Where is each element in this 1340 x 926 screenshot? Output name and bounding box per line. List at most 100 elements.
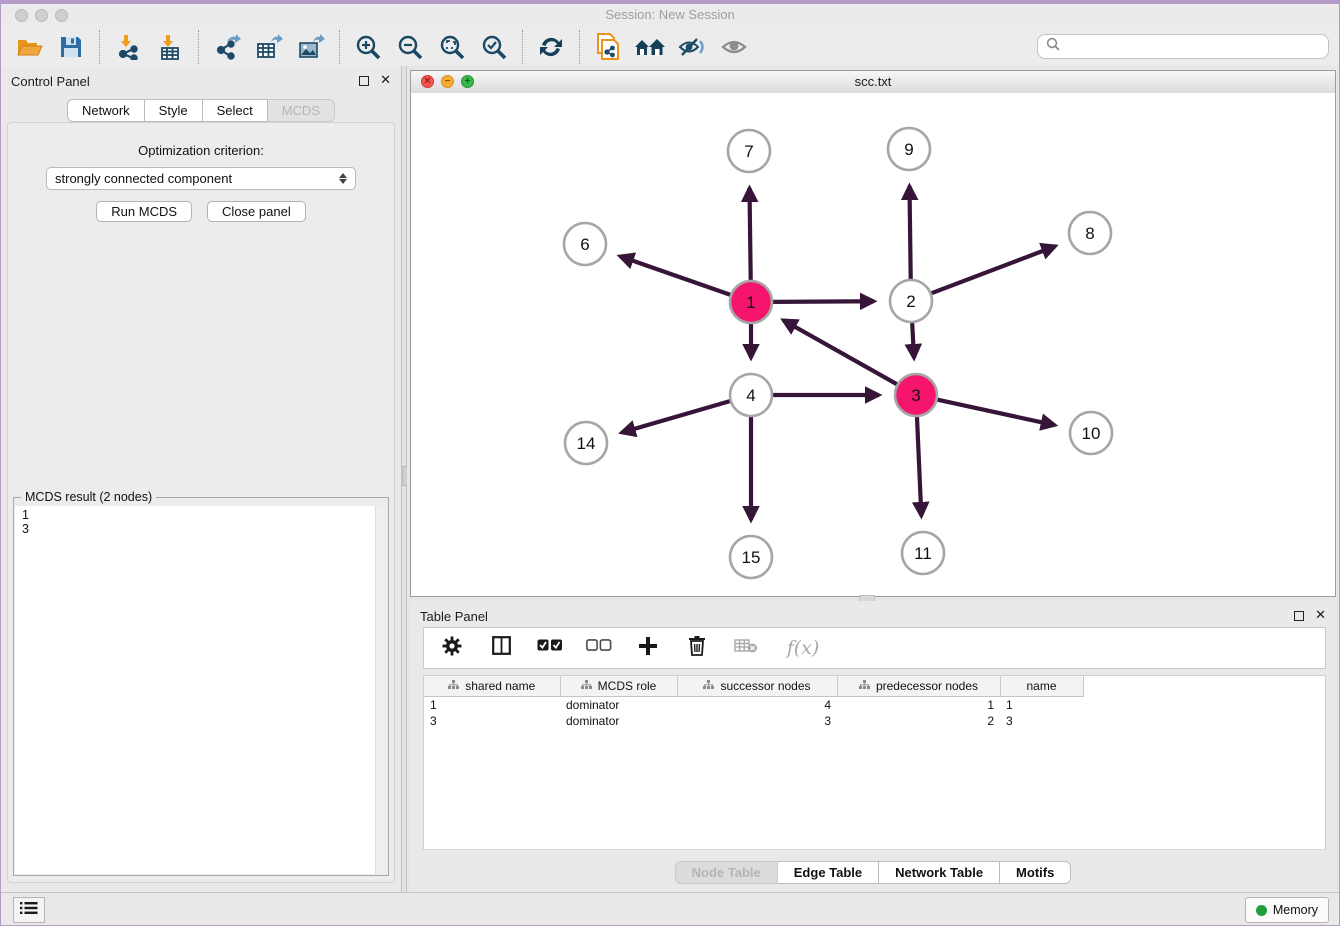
column-header-successor-nodes[interactable]: successor nodes — [677, 676, 837, 697]
graph-edge-1-7[interactable] — [749, 188, 750, 280]
export-table-button[interactable] — [255, 33, 283, 61]
open-session-icon — [16, 35, 43, 59]
table-cell[interactable]: dominator — [560, 697, 677, 714]
column-header-shared-name[interactable]: shared name — [424, 676, 560, 697]
apply-layout-button[interactable] — [537, 33, 565, 61]
table-cell[interactable]: 1 — [424, 697, 560, 714]
graph-edge-2-3[interactable] — [912, 323, 914, 358]
export-network-button[interactable] — [213, 33, 241, 61]
search-field[interactable] — [1037, 34, 1329, 59]
search-icon — [1046, 37, 1060, 56]
graph-node-label: 15 — [742, 548, 761, 567]
function-builder-icon: f(x) — [787, 637, 820, 659]
close-panel-button[interactable]: Close panel — [207, 201, 306, 222]
hide-selected-button[interactable] — [678, 33, 706, 61]
network-graph[interactable]: 7968124314101511 — [411, 93, 1335, 596]
zoom-selected-button[interactable] — [480, 33, 508, 61]
save-session-icon — [59, 35, 83, 59]
table-tabs: Node Table Edge Table Network Table Moti… — [410, 859, 1336, 885]
graph-edge-1-2[interactable] — [773, 301, 874, 302]
export-image-button[interactable] — [297, 33, 325, 61]
open-session-button[interactable] — [15, 33, 43, 61]
criterion-dropdown[interactable]: strongly connected component — [46, 167, 356, 190]
network-canvas[interactable]: 7968124314101511 — [411, 93, 1335, 596]
zoom-fit-icon — [439, 34, 465, 60]
mcds-panel-body: Optimization criterion: strongly connect… — [7, 122, 395, 883]
control-panel-title: Control Panel — [11, 74, 90, 89]
tab-style[interactable]: Style — [145, 99, 203, 122]
column-header-MCDS-role[interactable]: MCDS role — [560, 676, 677, 697]
column-header-predecessor-nodes[interactable]: predecessor nodes — [837, 676, 1000, 697]
delete-table-icon — [734, 638, 758, 659]
table-row[interactable]: 1dominator411 — [424, 697, 1083, 714]
table-cell[interactable]: dominator — [560, 713, 677, 729]
network-window-titlebar[interactable]: ✕ − + scc.txt — [411, 71, 1335, 94]
table-panel-float-button[interactable] — [1294, 611, 1304, 621]
mcds-result-scrollbar[interactable] — [375, 506, 387, 874]
select-all-icon — [537, 639, 563, 657]
table-row[interactable]: 3dominator323 — [424, 713, 1083, 729]
task-list-icon — [20, 901, 38, 920]
zoom-in-button[interactable] — [354, 33, 382, 61]
column-header-name[interactable]: name — [1000, 676, 1083, 697]
graph-edge-1-6[interactable] — [620, 256, 730, 295]
graph-edge-3-11[interactable] — [917, 417, 921, 516]
import-table-button[interactable] — [156, 33, 184, 61]
table-panel-title: Table Panel — [420, 609, 488, 624]
memory-button[interactable]: Memory — [1245, 897, 1329, 923]
table-cell[interactable]: 3 — [1000, 713, 1083, 729]
save-session-button[interactable] — [57, 33, 85, 61]
run-mcds-button[interactable]: Run MCDS — [96, 201, 192, 222]
table-cell[interactable]: 1 — [1000, 697, 1083, 714]
show-column-panel-button[interactable] — [489, 636, 513, 660]
tab-mcds[interactable]: MCDS — [268, 99, 335, 122]
tab-network[interactable]: Network — [67, 99, 145, 122]
table-cell[interactable]: 4 — [677, 697, 837, 714]
tab-network-table[interactable]: Network Table — [879, 861, 1000, 884]
node-table[interactable]: shared nameMCDS rolesuccessor nodesprede… — [423, 675, 1326, 850]
import-table-icon — [157, 34, 183, 60]
function-builder-button[interactable]: f(x) — [783, 636, 823, 660]
select-all-columns-button[interactable] — [538, 636, 562, 660]
table-cell[interactable]: 3 — [424, 713, 560, 729]
graph-edge-2-9[interactable] — [909, 186, 910, 279]
graph-edge-3-1[interactable] — [783, 320, 897, 384]
graph-edge-4-14[interactable] — [622, 401, 730, 433]
tab-node-table[interactable]: Node Table — [675, 861, 778, 884]
graph-edge-2-8[interactable] — [932, 246, 1056, 293]
mcds-result-list[interactable]: 1 3 — [15, 506, 387, 874]
graph-node-label: 7 — [744, 142, 753, 161]
import-network-button[interactable] — [114, 33, 142, 61]
deselect-all-columns-button[interactable] — [587, 636, 611, 660]
zoom-out-button[interactable] — [396, 33, 424, 61]
duplicate-network-button[interactable] — [594, 33, 622, 61]
tab-edge-table[interactable]: Edge Table — [778, 861, 879, 884]
memory-button-label: Memory — [1273, 903, 1318, 917]
graph-node-label: 11 — [914, 544, 932, 563]
table-cell[interactable]: 3 — [677, 713, 837, 729]
graph-node-label: 9 — [904, 140, 913, 159]
create-column-button[interactable] — [636, 636, 660, 660]
table-cell[interactable]: 1 — [837, 697, 1000, 714]
home-networks-button[interactable] — [636, 33, 664, 61]
search-input[interactable] — [1066, 38, 1320, 55]
table-panel-close-button[interactable]: ✕ — [1315, 607, 1326, 623]
show-all-button[interactable] — [720, 33, 748, 61]
gear-icon — [442, 636, 462, 661]
zoom-fit-button[interactable] — [438, 33, 466, 61]
network-window-title: scc.txt — [411, 74, 1335, 89]
graph-edge-3-10[interactable] — [937, 400, 1054, 425]
task-history-button[interactable] — [13, 897, 45, 923]
delete-column-icon — [688, 635, 706, 661]
tab-motifs[interactable]: Motifs — [1000, 861, 1071, 884]
table-settings-button[interactable] — [440, 636, 464, 660]
tree-icon — [448, 679, 459, 693]
control-panel-close-button[interactable]: ✕ — [380, 72, 391, 88]
delete-table-button[interactable] — [734, 636, 758, 660]
table-cell[interactable]: 2 — [837, 713, 1000, 729]
main-toolbar — [1, 27, 1339, 67]
delete-column-button[interactable] — [685, 636, 709, 660]
tab-select[interactable]: Select — [203, 99, 268, 122]
criterion-dropdown-value: strongly connected component — [55, 171, 232, 186]
control-panel-float-button[interactable] — [359, 76, 369, 86]
